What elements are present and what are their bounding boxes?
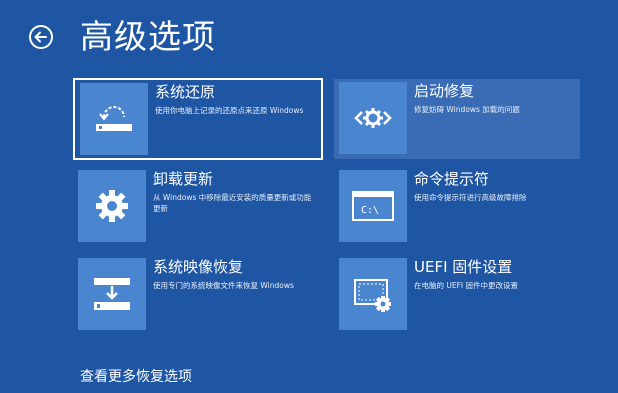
option-title: 系统映像恢复 — [153, 258, 244, 276]
option-description: 修复妨碍 Windows 加载的问题 — [414, 105, 520, 114]
option-description: 使用命令提示符进行高级故障排除 — [414, 193, 527, 202]
option-description: 使用专门的系统映像文件来恢复 Windows — [153, 281, 294, 290]
option-system-restore[interactable]: 系统还原 使用你电脑上记录的还原点来还原 Windows — [73, 78, 323, 160]
uefi-settings-icon — [339, 258, 407, 330]
option-uninstall-updates[interactable]: 卸载更新 从 Windows 中移除最近安装的质量更新或功能更新 — [73, 167, 323, 249]
option-description: 从 Windows 中移除最近安装的质量更新或功能更新 — [153, 193, 312, 213]
option-title: 命令提示符 — [414, 170, 490, 188]
option-description: 使用你电脑上记录的还原点来还原 Windows — [155, 106, 304, 115]
option-system-image-recovery[interactable]: 系统映像恢复 使用专门的系统映像文件来恢复 Windows — [73, 255, 323, 337]
option-command-prompt[interactable]: C:\ 命令提示符 使用命令提示符进行高级故障排除 — [334, 167, 580, 249]
command-prompt-icon: C:\ — [339, 170, 407, 242]
image-recovery-icon — [78, 258, 146, 330]
page-title: 高级选项 — [80, 17, 216, 56]
option-uefi-firmware-settings[interactable]: UEFI 固件设置 在电脑的 UEFI 固件中更改设置 — [334, 255, 580, 337]
gear-icon — [78, 170, 146, 242]
more-recovery-options-link[interactable]: 查看更多恢复选项 — [80, 368, 192, 386]
startup-repair-icon — [339, 82, 407, 154]
prompt-text: C:\ — [361, 205, 379, 216]
option-title: 系统还原 — [155, 83, 216, 101]
restore-icon — [80, 83, 148, 155]
option-startup-repair[interactable]: 启动修复 修复妨碍 Windows 加载的问题 — [334, 79, 580, 159]
option-title: 卸载更新 — [153, 170, 214, 188]
option-description: 在电脑的 UEFI 固件中更改设置 — [414, 281, 519, 290]
option-title: 启动修复 — [414, 82, 475, 100]
option-title: UEFI 固件设置 — [414, 258, 513, 276]
back-arrow-icon — [29, 25, 53, 49]
back-button[interactable] — [28, 24, 54, 50]
